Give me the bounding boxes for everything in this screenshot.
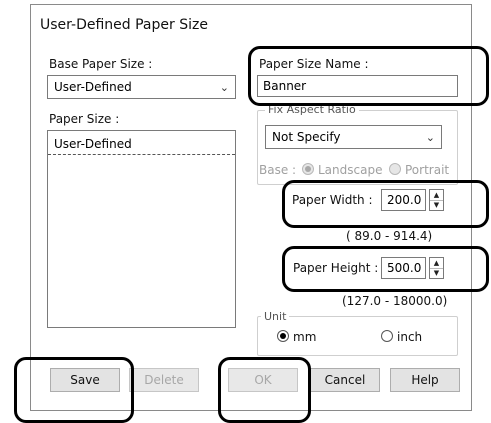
paper-size-list-item[interactable]: User-Defined — [48, 131, 235, 155]
base-orientation-label: Base : — [259, 163, 297, 177]
fix-aspect-ratio-select[interactable]: Not Specify ⌄ — [265, 125, 442, 149]
help-button[interactable]: Help — [390, 368, 460, 392]
landscape-label: Landscape — [318, 163, 383, 177]
mm-label: mm — [293, 330, 317, 344]
unit-label: Unit — [261, 310, 290, 323]
highlight-paper-size-name — [248, 46, 489, 106]
portrait-label: Portrait — [405, 163, 450, 177]
mm-radio[interactable] — [277, 330, 289, 342]
base-paper-size-value: User-Defined — [54, 80, 132, 94]
cancel-button[interactable]: Cancel — [310, 368, 380, 392]
inch-radio[interactable] — [381, 330, 393, 342]
paper-size-label: Paper Size : — [49, 112, 120, 126]
landscape-radio[interactable] — [302, 163, 314, 175]
highlight-paper-width — [282, 180, 489, 228]
paper-size-list[interactable]: User-Defined — [47, 130, 236, 328]
highlight-ok-button — [218, 357, 311, 423]
base-paper-size-select[interactable]: User-Defined ⌄ — [47, 75, 236, 99]
paper-width-range: ( 89.0 - 914.4) — [346, 229, 433, 243]
chevron-down-icon: ⌄ — [219, 80, 229, 94]
base-paper-size-label: Base Paper Size : — [49, 57, 153, 71]
dialog-title: User-Defined Paper Size — [40, 17, 208, 33]
fix-aspect-ratio-value: Not Specify — [272, 130, 341, 144]
portrait-radio[interactable] — [389, 163, 401, 175]
highlight-save-button — [14, 357, 134, 423]
chevron-down-icon: ⌄ — [425, 130, 435, 144]
delete-button[interactable]: Delete — [129, 368, 199, 392]
paper-height-range: (127.0 - 18000.0) — [342, 294, 448, 308]
inch-label: inch — [397, 330, 423, 344]
highlight-paper-height — [282, 246, 489, 292]
